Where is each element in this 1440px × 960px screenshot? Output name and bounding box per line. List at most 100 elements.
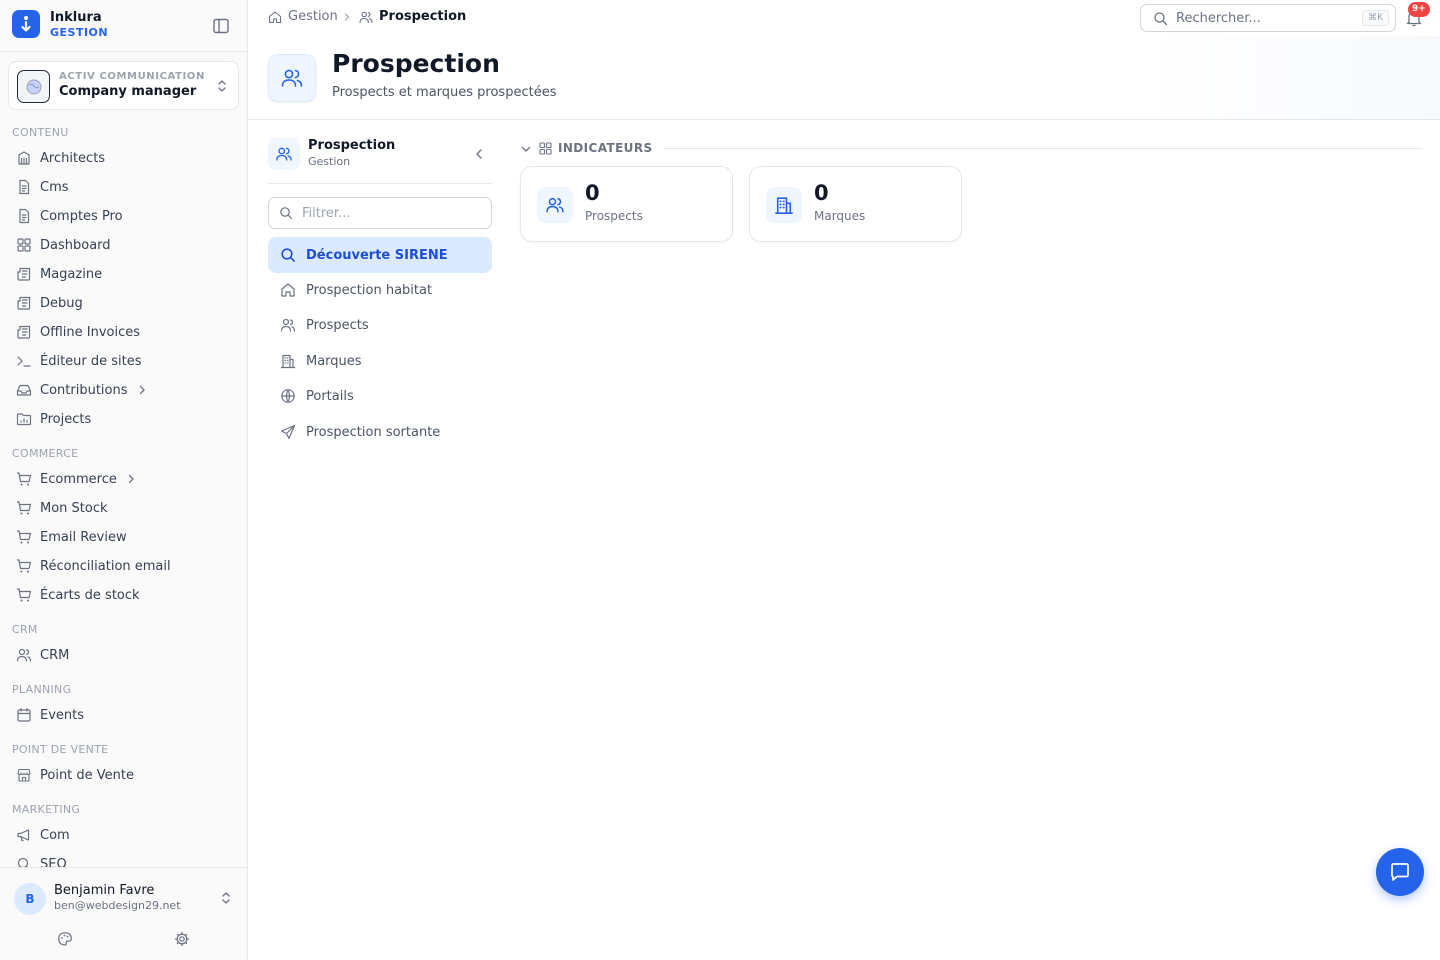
sidebar-item-ecarts-de-stock[interactable]: Écarts de stock [8, 582, 238, 608]
sidebar-toggle-icon[interactable] [212, 17, 230, 35]
users-icon [546, 197, 564, 213]
sidebar-item-com[interactable]: Com [8, 822, 238, 848]
page-icon [268, 54, 316, 102]
grid-icon [17, 238, 31, 252]
sidebar-item-label: Ecommerce [40, 471, 117, 487]
folder-chart-icon [16, 413, 32, 426]
home-icon[interactable] [268, 10, 282, 24]
subnav-item-prospects[interactable]: Prospects [268, 307, 492, 343]
chevron-up-down-icon[interactable] [220, 891, 232, 905]
sidebar-item-label: Écarts de stock [40, 587, 140, 603]
company-switcher[interactable]: ACTIV COMMUNICATION Company manager [8, 61, 239, 110]
inbox-icon [16, 384, 32, 396]
subnav-item-label: Prospection sortante [306, 424, 441, 440]
search-input[interactable]: Rechercher... ⌘K [1140, 4, 1396, 32]
search-placeholder: Rechercher... [1176, 11, 1261, 26]
sidebar-item-seo[interactable]: SEO [8, 851, 238, 868]
subnav-item-marques[interactable]: Marques [268, 343, 492, 379]
sidebar-item-label: Architects [40, 150, 106, 166]
sidebar-item-magazine[interactable]: Magazine [8, 261, 238, 287]
section-label-contenu: CONTENU [12, 126, 69, 139]
home-icon [281, 283, 295, 297]
sidebar-item-mon-stock[interactable]: Mon Stock [8, 495, 238, 521]
gear-icon[interactable] [174, 931, 190, 947]
store-icon [17, 768, 31, 782]
sidebar-item-label: Éditeur de sites [40, 353, 142, 369]
indicators-label: INDICATEURS [558, 141, 653, 155]
sidebar-item-dashboard[interactable]: Dashboard [8, 232, 238, 258]
sidebar-item-label: Events [40, 707, 85, 723]
page-header: Prospection Prospects et marques prospec… [248, 36, 1440, 120]
chevron-left-icon[interactable] [472, 147, 486, 161]
sidebar-item-cms[interactable]: Cms [8, 174, 238, 200]
chevron-down-icon[interactable] [520, 143, 532, 155]
user-panel: B Benjamin Favre ben@webdesign29.net [0, 867, 247, 960]
sidebar-item-ecommerce[interactable]: Ecommerce [8, 466, 238, 492]
palette-icon[interactable] [57, 931, 73, 947]
indicator-card-prospects: 0 Prospects [520, 166, 733, 242]
subnav-item-label: Prospects [306, 317, 369, 333]
subnav-item-label: Prospection habitat [306, 282, 433, 298]
sidebar-item-label: Projects [40, 411, 92, 427]
subnav-item-prospection-sortante[interactable]: Prospection sortante [268, 414, 492, 450]
sidebar-item-reconciliation-email[interactable]: Réconciliation email [8, 553, 238, 579]
filter-input[interactable]: Filtrer... [268, 197, 492, 229]
globe-icon [281, 389, 295, 403]
section-label-planning: PLANNING [12, 683, 72, 696]
card-label: Marques [814, 209, 866, 223]
sidebar-item-label: CRM [40, 647, 70, 663]
indicator-card-marques: 0 Marques [749, 166, 962, 242]
chat-icon [1391, 863, 1409, 881]
section-label-commerce: COMMERCE [12, 447, 79, 460]
brand-logo[interactable] [12, 10, 40, 38]
cart-icon [17, 588, 32, 602]
subnav-item-decouverte-sirene[interactable]: Découverte SIRENE [268, 237, 492, 273]
sidebar-item-label: Offline Invoices [40, 324, 141, 340]
sidebar-item-email-review[interactable]: Email Review [8, 524, 238, 550]
subnav-icon [268, 138, 300, 170]
sidebar-item-events[interactable]: Events [8, 702, 238, 728]
subnav-item-portails[interactable]: Portails [268, 378, 492, 414]
chat-button[interactable] [1376, 848, 1424, 896]
subnav-item-prospection-habitat[interactable]: Prospection habitat [268, 272, 492, 308]
avatar[interactable]: B [14, 883, 46, 915]
sidebar-item-point-de-vente[interactable]: Point de Vente [8, 762, 238, 788]
chevron-right-icon [128, 474, 134, 484]
card-label: Prospects [585, 209, 643, 223]
sidebar-item-label: Point de Vente [40, 767, 135, 783]
card-icon [766, 187, 802, 223]
top-bar: Gestion Prospection Rechercher... ⌘K 9+ [248, 0, 1440, 36]
sidebar-item-contributions[interactable]: Contributions [8, 377, 238, 403]
sidebar-item-crm[interactable]: CRM [8, 642, 238, 668]
document-icon [19, 208, 30, 224]
sidebar-item-architects[interactable]: Architects [8, 145, 238, 171]
newspaper-icon [17, 325, 31, 339]
section-label-marketing: MARKETING [12, 803, 81, 816]
sidebar-item-comptes-pro[interactable]: Comptes Pro [8, 203, 238, 229]
sidebar-item-editeur-de-sites[interactable]: Éditeur de sites [8, 348, 238, 374]
terminal-icon [17, 356, 31, 367]
brand-subtitle: GESTION [50, 26, 109, 39]
brand-header: Inklura GESTION [0, 0, 247, 52]
sidebar-item-label: Cms [40, 179, 69, 195]
company-org: ACTIV COMMUNICATION [59, 71, 205, 82]
document-icon [19, 179, 30, 195]
sidebar-item-debug[interactable]: Debug [8, 290, 238, 316]
chevron-right-icon [344, 13, 350, 21]
sidebar-item-label: Contributions [40, 382, 128, 398]
breadcrumb-gestion[interactable]: Gestion [288, 9, 338, 24]
subnav-subtitle: Gestion [308, 155, 351, 168]
subnav-item-label: Portails [306, 388, 354, 404]
cart-icon [17, 559, 32, 573]
notification-badge: 9+ [1408, 2, 1430, 17]
subnav-title: Prospection [308, 138, 396, 153]
sidebar-item-offline-invoices[interactable]: Offline Invoices [8, 319, 238, 345]
brand-name: Inklura [50, 10, 102, 25]
newspaper-icon [17, 267, 31, 281]
users-icon [16, 648, 32, 662]
calendar-icon [17, 707, 31, 722]
sidebar-item-projects[interactable]: Projects [8, 406, 238, 432]
library-icon [18, 151, 30, 165]
indicators-header: INDICATEURS [520, 140, 1422, 158]
search-icon [1154, 12, 1168, 26]
